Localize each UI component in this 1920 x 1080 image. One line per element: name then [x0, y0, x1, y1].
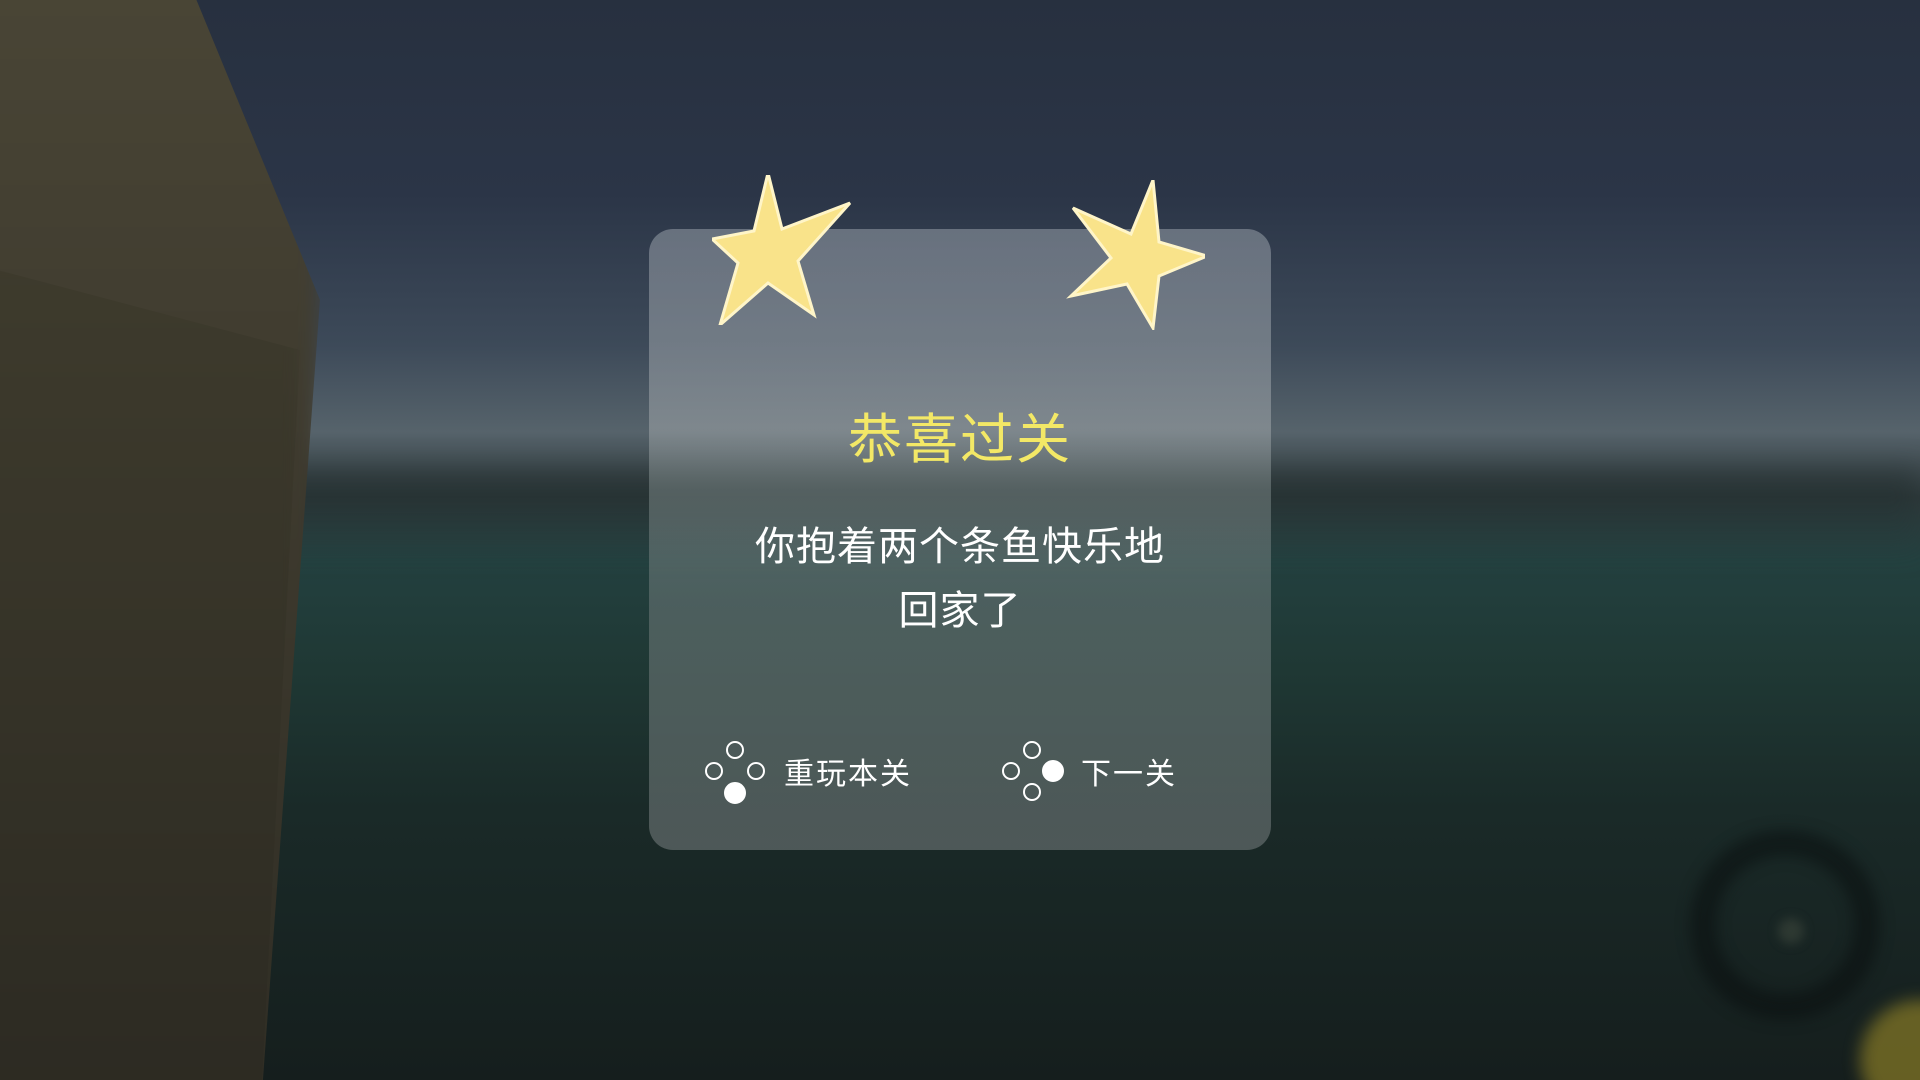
replay-level-button[interactable]: 重玩本关	[702, 738, 912, 804]
wall-pillar-face	[0, 260, 300, 1080]
ring-center	[1778, 918, 1804, 944]
gamepad-button-down-icon	[702, 738, 768, 804]
dialog-title: 恭喜过关	[848, 408, 1072, 471]
dialog-message: 你抱着两个条鱼快乐地 回家了	[700, 515, 1220, 643]
star-icon	[1066, 180, 1205, 330]
message-line: 回家了	[898, 588, 1022, 634]
corner-object	[1860, 1000, 1920, 1080]
next-level-button[interactable]: 下一关	[999, 738, 1177, 804]
next-level-label: 下一关	[1081, 757, 1177, 792]
star-icon	[712, 175, 852, 325]
replay-level-label: 重玩本关	[784, 757, 912, 792]
gamepad-button-right-icon	[999, 738, 1065, 804]
message-line: 你抱着两个条鱼快乐地	[755, 524, 1165, 570]
